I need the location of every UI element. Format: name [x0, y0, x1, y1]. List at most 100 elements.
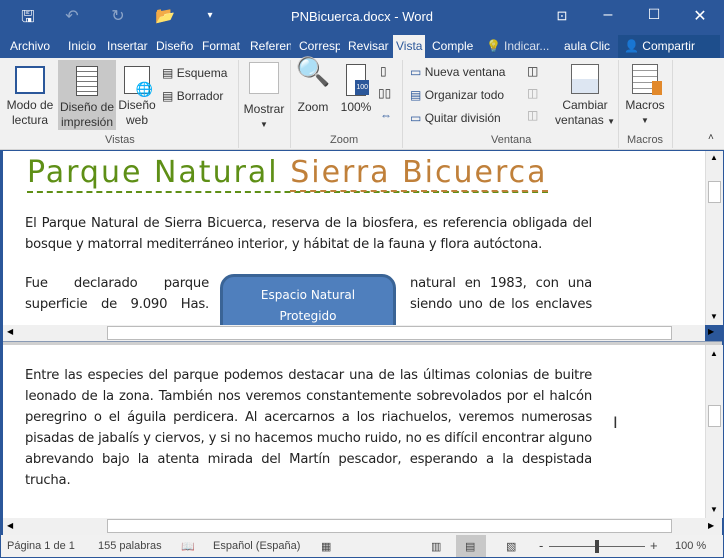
document-title: Parque Natural Sierra Bicuerca	[27, 155, 548, 193]
tab-insertar[interactable]: Insertar	[107, 39, 148, 53]
horizontal-scrollbar-top[interactable]: ◀ ▶	[3, 325, 714, 341]
page-100-icon: 100	[346, 64, 369, 96]
multiple-pages-icon[interactable]: ▯▯	[378, 86, 391, 100]
page-icon	[76, 66, 98, 96]
print-layout-button[interactable]: Diseño de impresión	[58, 60, 116, 130]
new-window-button[interactable]: ▭ Nueva ventana	[410, 65, 505, 79]
macro-record-icon[interactable]: ▦	[321, 540, 331, 553]
close-button[interactable]: ✕	[688, 6, 712, 26]
draft-icon: ▤	[162, 89, 174, 103]
web-page-icon: 🌐	[124, 66, 153, 97]
group-label-macros: Macros	[627, 134, 664, 146]
new-window-icon: ▭	[410, 65, 422, 79]
windows-icon	[571, 64, 599, 94]
group-label-ventana: Ventana	[491, 134, 532, 146]
zoom-level[interactable]: 100 %	[675, 540, 706, 552]
switch-windows-button[interactable]: Cambiar ventanas ▼	[555, 64, 615, 129]
page-width-icon[interactable]: ⇔	[380, 108, 392, 122]
print-layout-view-icon[interactable]: ▤	[456, 535, 486, 557]
one-page-icon[interactable]: ▯	[380, 64, 387, 78]
minimize-button[interactable]: –	[596, 6, 620, 24]
read-mode-button[interactable]: Modo de lectura	[4, 66, 56, 128]
open-folder-icon[interactable]: 📂	[153, 6, 177, 26]
paragraph-fauna: Entre las especies del parque podemos de…	[25, 368, 592, 488]
tab-complementos[interactable]: Comple	[432, 39, 473, 53]
paragraph-left-column: Fue declarado parque superficie de 9.090…	[25, 276, 209, 312]
tab-correspondencia[interactable]: Corresp	[299, 39, 340, 53]
zoom-button[interactable]: 🔍 Zoom	[294, 56, 332, 115]
group-label-vistas: Vistas	[105, 134, 135, 146]
tab-diseno[interactable]: Diseño	[156, 39, 193, 53]
group-label-zoom: Zoom	[330, 134, 359, 146]
sync-scroll-icon[interactable]: ◫	[527, 86, 538, 100]
scroll-thumb[interactable]	[708, 181, 721, 203]
text-cursor-icon: I	[613, 413, 618, 432]
scroll-down-icon[interactable]: ▼	[710, 312, 718, 321]
document-pane-top[interactable]: Parque Natural Sierra Bicuerca El Parque…	[3, 151, 705, 325]
split-icon: ▭	[410, 111, 422, 125]
tab-archivo[interactable]: Archivo	[10, 39, 50, 53]
macros-button[interactable]: Macros ▼	[622, 64, 668, 128]
ribbon: Modo de lectura Diseño de impresión 🌐 Di…	[0, 58, 724, 150]
hscroll-thumb[interactable]	[107, 326, 672, 340]
hscroll-thumb[interactable]	[107, 519, 672, 533]
zoom-in-button[interactable]: +	[650, 538, 658, 553]
scroll-left-icon[interactable]: ◀	[7, 521, 13, 530]
remove-split-button[interactable]: ▭ Quitar división	[410, 111, 501, 125]
scroll-down-icon[interactable]: ▼	[710, 505, 718, 514]
tell-me-search[interactable]: Indicar...	[504, 39, 549, 53]
arrange-icon: ▤	[410, 88, 422, 102]
zoom-100-button[interactable]: 100 100%	[338, 64, 374, 115]
document-pane-bottom[interactable]: Entre las especies del parque podemos de…	[3, 345, 705, 518]
show-button[interactable]: Mostrar ▼	[242, 62, 286, 132]
ribbon-display-options-icon[interactable]: ⊡	[550, 8, 574, 24]
language[interactable]: Español (España)	[213, 540, 300, 552]
tab-revisar[interactable]: Revisar	[348, 39, 389, 53]
arrange-all-button[interactable]: ▤ Organizar todo	[410, 88, 504, 102]
read-mode-view-icon[interactable]: ▥	[431, 540, 441, 553]
maximize-button[interactable]: ☐	[642, 6, 666, 23]
person-add-icon: 👤	[624, 39, 639, 53]
tab-vista[interactable]: Vista	[393, 35, 426, 58]
side-by-side-icon[interactable]: ◫	[527, 64, 538, 78]
draft-button[interactable]: ▤ Borrador	[162, 89, 223, 103]
macro-icon	[632, 64, 662, 95]
scroll-right-icon[interactable]: ▶	[708, 327, 714, 336]
show-icon	[249, 62, 279, 94]
page-count[interactable]: Página 1 de 1	[7, 540, 75, 552]
proofing-icon[interactable]: 📖	[181, 540, 195, 553]
web-layout-view-icon[interactable]: ▧	[506, 540, 516, 553]
horizontal-scrollbar-bottom[interactable]: ◀ ▶	[3, 518, 722, 535]
undo-icon[interactable]: ↶	[60, 6, 84, 26]
paragraph-right-column: natural en 1983, con una siendo uno de l…	[410, 276, 592, 312]
tab-aula-clic[interactable]: aula Clic	[564, 39, 610, 53]
web-layout-button[interactable]: 🌐 Diseño web	[117, 66, 157, 128]
scroll-thumb[interactable]	[708, 405, 721, 427]
reset-position-icon[interactable]: ◫	[527, 108, 538, 122]
collapse-ribbon-icon[interactable]: ˄	[708, 132, 714, 143]
protected-area-shape[interactable]: Espacio Natural Protegido	[220, 274, 396, 325]
outline-button[interactable]: ▤ Esquema	[162, 66, 227, 80]
scroll-right-icon[interactable]: ▶	[708, 521, 714, 530]
tab-inicio[interactable]: Inicio	[68, 39, 96, 53]
word-count[interactable]: 155 palabras	[98, 540, 162, 552]
zoom-out-button[interactable]: -	[539, 538, 543, 553]
share-button[interactable]: 👤 Compartir	[618, 35, 720, 58]
save-icon[interactable]: 🖫	[16, 6, 40, 33]
customize-qat-icon[interactable]: ▾	[198, 10, 222, 21]
magnifier-icon: 🔍	[295, 56, 331, 87]
vertical-scrollbar-top[interactable]: ▲ ▼	[705, 151, 723, 325]
vertical-scrollbar-bottom[interactable]: ▲ ▼	[705, 345, 723, 518]
title-bar: 🖫 ↶ ↻ 📂 ▾ PNBicuerca.docx - Word ⊡ – ☐ ✕	[0, 0, 724, 35]
tab-formato[interactable]: Format	[202, 39, 242, 53]
scroll-up-icon[interactable]: ▲	[710, 153, 718, 162]
scroll-up-icon[interactable]: ▲	[710, 349, 718, 358]
scroll-left-icon[interactable]: ◀	[7, 327, 13, 336]
zoom-slider-thumb[interactable]	[595, 540, 599, 553]
book-icon	[15, 66, 45, 94]
ribbon-tabs: Archivo Inicio Insertar Diseño Format Re…	[0, 35, 724, 58]
outline-icon: ▤	[162, 66, 174, 80]
redo-icon[interactable]: ↻	[106, 6, 130, 26]
status-bar: Página 1 de 1 155 palabras 📖 Español (Es…	[0, 535, 724, 558]
tab-referencias[interactable]: Referen	[250, 39, 291, 53]
